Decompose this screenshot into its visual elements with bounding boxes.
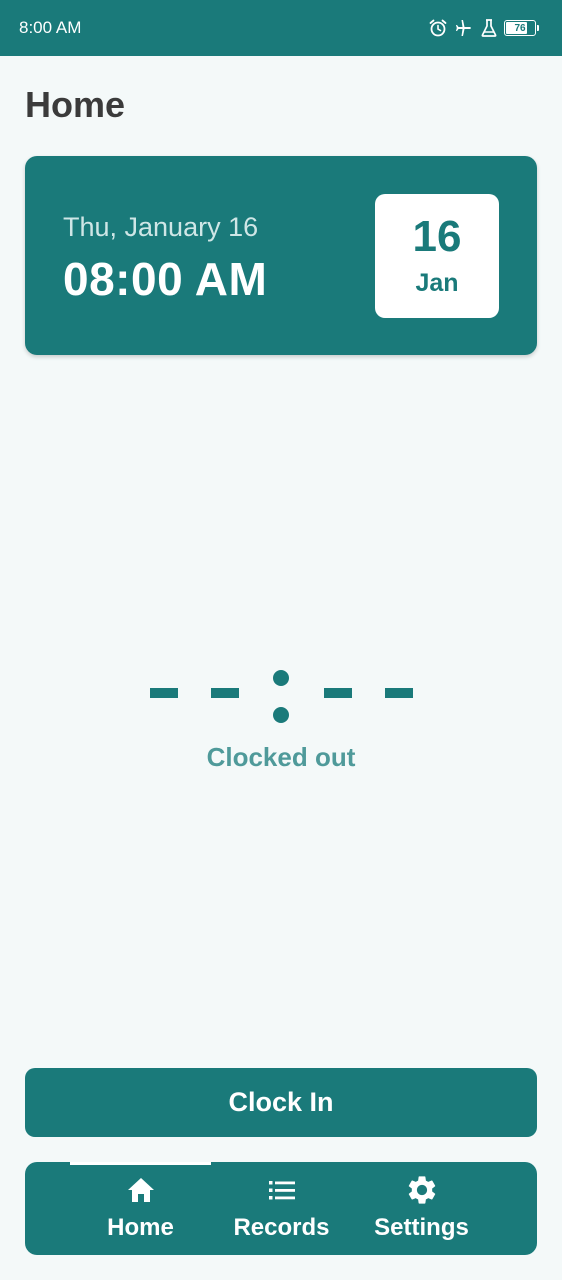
nav-item-home[interactable]: Home [70,1162,211,1255]
nav-item-records[interactable]: Records [211,1162,352,1255]
clock-in-button[interactable]: Clock In [25,1068,537,1137]
current-date: Thu, January 16 [63,212,259,242]
status-time: 8:00 AM [19,18,82,37]
status-icons: 76 [428,18,539,38]
date-badge-month: Jan [415,268,459,297]
flask-icon [481,19,497,37]
nav-label-records: Records [233,1214,330,1241]
nav-label-settings: Settings [374,1214,469,1241]
page-title: Home [25,84,126,125]
airplane-icon [456,20,471,36]
nav-item-settings[interactable]: Settings [351,1162,492,1255]
current-time: 08:00 AM [63,253,268,305]
bottom-nav: Home Records Settings [25,1162,537,1255]
date-badge: 16 Jan [375,194,499,318]
date-card: Thu, January 16 08:00 AM 16 Jan [25,156,537,355]
timer-placeholder [150,670,413,723]
battery-indicator: 76 [504,20,539,36]
alarm-icon [429,19,447,37]
list-icon [268,1181,295,1200]
status-bar: 8:00 AM 76 [0,0,562,56]
home-icon [127,1178,154,1202]
nav-label-home: Home [107,1214,174,1241]
elapsed-timer [0,665,562,725]
date-badge-day: 16 [412,211,462,261]
clock-status-label: Clocked out [206,742,356,772]
gear-icon [408,1176,435,1204]
battery-level: 76 [514,22,526,34]
